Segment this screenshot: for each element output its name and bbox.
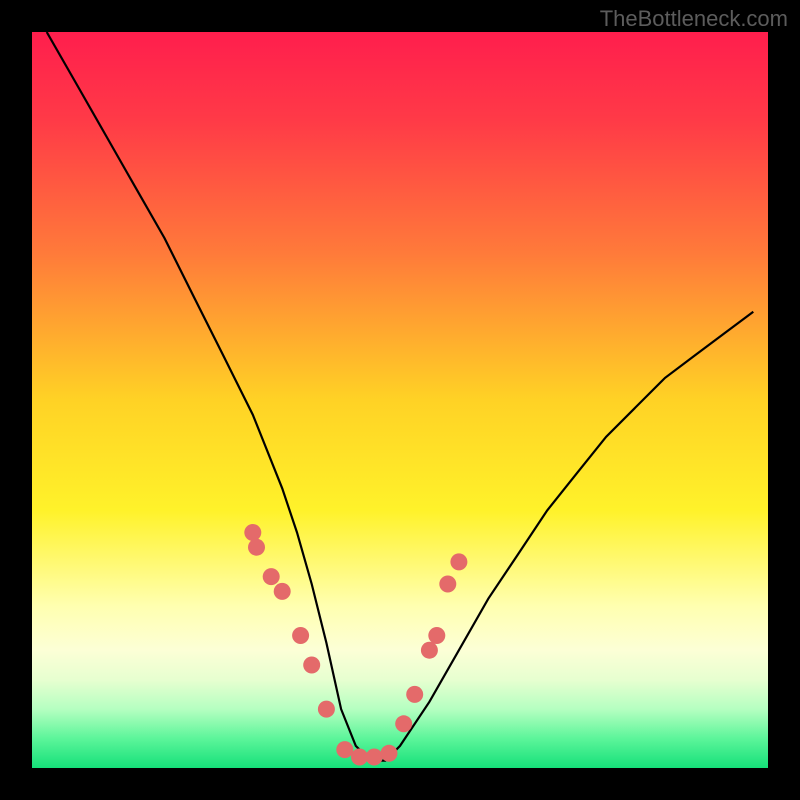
data-point <box>351 749 368 766</box>
data-point <box>318 701 335 718</box>
data-point <box>381 745 398 762</box>
data-point <box>406 686 423 703</box>
gradient-background <box>32 32 768 768</box>
data-point <box>395 715 412 732</box>
data-point <box>248 539 265 556</box>
data-point <box>421 642 438 659</box>
data-point <box>263 568 280 585</box>
chart-container: TheBottleneck.com <box>0 0 800 800</box>
data-point <box>274 583 291 600</box>
data-point <box>292 627 309 644</box>
watermark-text: TheBottleneck.com <box>600 6 788 32</box>
data-point <box>244 524 261 541</box>
data-point <box>450 553 467 570</box>
data-point <box>366 749 383 766</box>
chart-svg <box>32 32 768 768</box>
data-point <box>336 741 353 758</box>
data-point <box>303 657 320 674</box>
data-point <box>428 627 445 644</box>
data-point <box>439 576 456 593</box>
plot-area <box>32 32 768 768</box>
